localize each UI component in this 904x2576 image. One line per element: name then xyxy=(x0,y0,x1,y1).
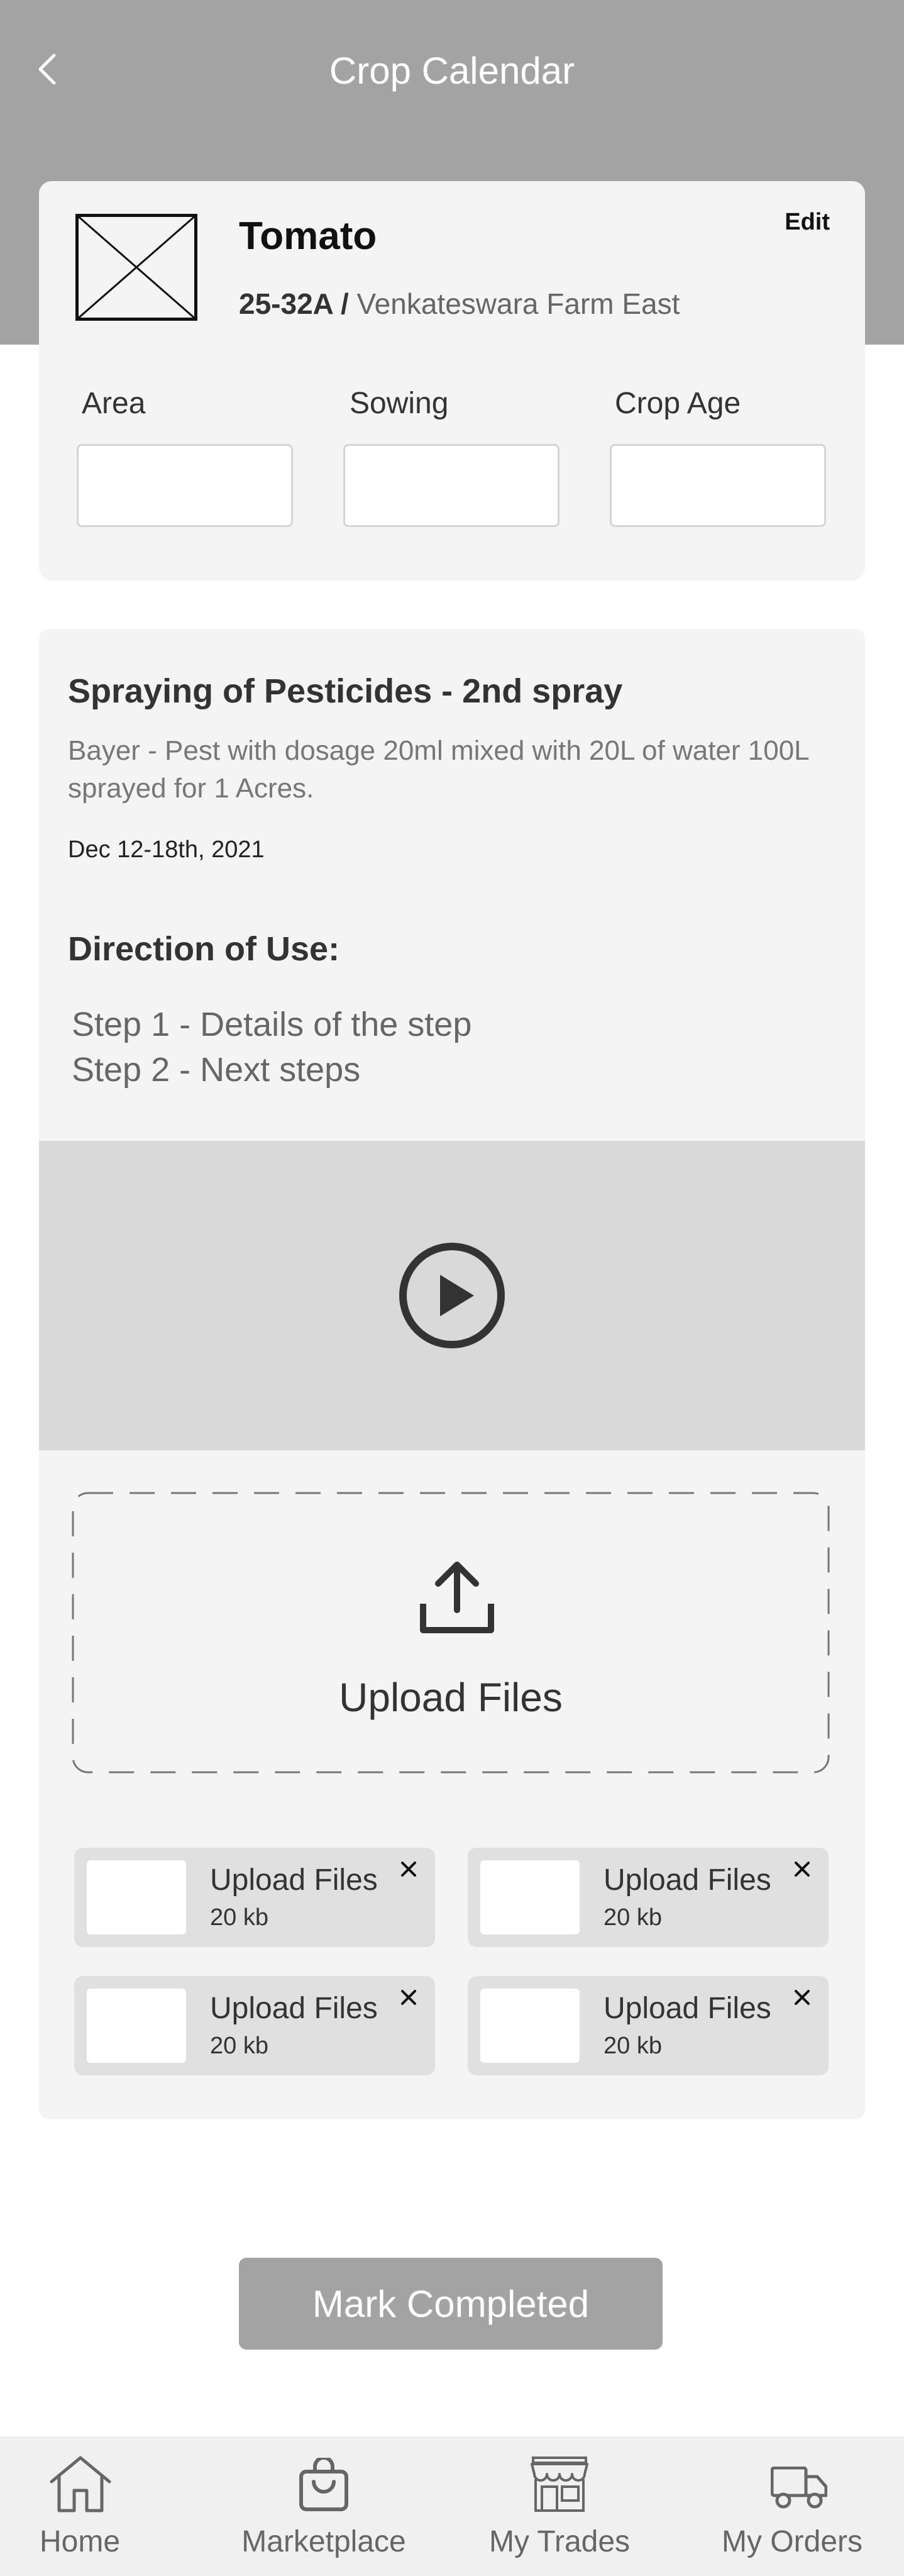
area-field[interactable] xyxy=(77,444,293,527)
upload-dropzone[interactable]: Upload Files xyxy=(72,1492,830,1774)
nav-item-marketplace[interactable]: Marketplace xyxy=(233,2436,415,2576)
close-icon xyxy=(795,1990,810,2005)
step-item: Step 1 - Details of the step xyxy=(72,1006,472,1043)
crop-info-card: Tomato 25-32A / Venkateswara Farm East E… xyxy=(39,181,865,580)
sowing-label: Sowing xyxy=(350,387,449,420)
store-icon xyxy=(531,2457,588,2512)
remove-file-button[interactable] xyxy=(790,1985,815,2010)
file-thumbnail xyxy=(87,1989,186,2063)
plot-separator: / xyxy=(333,287,357,320)
close-icon xyxy=(401,1862,416,1877)
home-icon xyxy=(50,2456,111,2512)
truck-icon xyxy=(771,2467,827,2509)
plot-id: 25-32A xyxy=(239,287,333,320)
file-name: Upload Files xyxy=(604,1863,771,1897)
page-title: Crop Calendar xyxy=(329,50,575,92)
remove-file-button[interactable] xyxy=(790,1857,815,1882)
remove-file-button[interactable] xyxy=(396,1857,421,1882)
file-name: Upload Files xyxy=(604,1992,771,2025)
nav-label: Marketplace xyxy=(241,2525,406,2558)
bottom-nav: Home Marketplace My Trades My Orders xyxy=(0,2436,904,2576)
area-label: Area xyxy=(82,387,146,420)
shopping-bag-icon xyxy=(299,2458,348,2511)
file-thumbnail xyxy=(480,1860,580,1935)
crop-name: Tomato xyxy=(239,214,377,258)
file-chip: Upload Files 20 kb xyxy=(468,1976,829,2075)
task-date: Dec 12-18th, 2021 xyxy=(68,836,265,863)
crop-age-label: Crop Age xyxy=(615,387,741,420)
mark-completed-button[interactable]: Mark Completed xyxy=(239,2258,663,2350)
nav-label: Home xyxy=(39,2525,121,2558)
upload-label: Upload Files xyxy=(339,1675,563,1720)
nav-item-my-orders[interactable]: My Orders xyxy=(710,2436,874,2576)
crop-age-field[interactable] xyxy=(610,444,826,527)
farm-name: Venkateswara Farm East xyxy=(356,287,680,320)
nav-item-home[interactable]: Home xyxy=(23,2436,137,2576)
video-player[interactable] xyxy=(39,1141,865,1450)
file-size: 20 kb xyxy=(210,1904,268,1931)
task-title: Spraying of Pesticides - 2nd spray xyxy=(68,672,623,710)
direction-title: Direction of Use: xyxy=(68,930,340,968)
file-size: 20 kb xyxy=(210,2033,268,2059)
edit-button[interactable]: Edit xyxy=(785,209,830,236)
file-name: Upload Files xyxy=(210,1992,378,2025)
crop-image-placeholder xyxy=(75,214,197,321)
remove-file-button[interactable] xyxy=(396,1985,421,2010)
close-icon xyxy=(795,1862,810,1877)
file-thumbnail xyxy=(87,1860,186,1935)
file-chip: Upload Files 20 kb xyxy=(468,1848,829,1947)
close-icon xyxy=(401,1990,416,2005)
upload-icon xyxy=(420,1562,494,1633)
crop-plot-info: 25-32A / Venkateswara Farm East xyxy=(239,287,680,321)
file-size: 20 kb xyxy=(604,1904,662,1931)
file-size: 20 kb xyxy=(604,2033,662,2059)
step-item: Step 2 - Next steps xyxy=(72,1051,361,1089)
task-card: Spraying of Pesticides - 2nd spray Bayer… xyxy=(39,629,865,2119)
file-name: Upload Files xyxy=(210,1863,378,1897)
nav-label: My Trades xyxy=(488,2525,631,2558)
nav-label: My Orders xyxy=(721,2525,863,2558)
play-icon[interactable] xyxy=(399,1242,505,1349)
file-chip: Upload Files 20 kb xyxy=(74,1848,435,1947)
file-chip: Upload Files 20 kb xyxy=(74,1976,435,2075)
nav-item-my-trades[interactable]: My Trades xyxy=(478,2436,641,2576)
task-description: Bayer - Pest with dosage 20ml mixed with… xyxy=(68,735,809,804)
file-thumbnail xyxy=(480,1989,580,2063)
sowing-field[interactable] xyxy=(343,444,559,527)
